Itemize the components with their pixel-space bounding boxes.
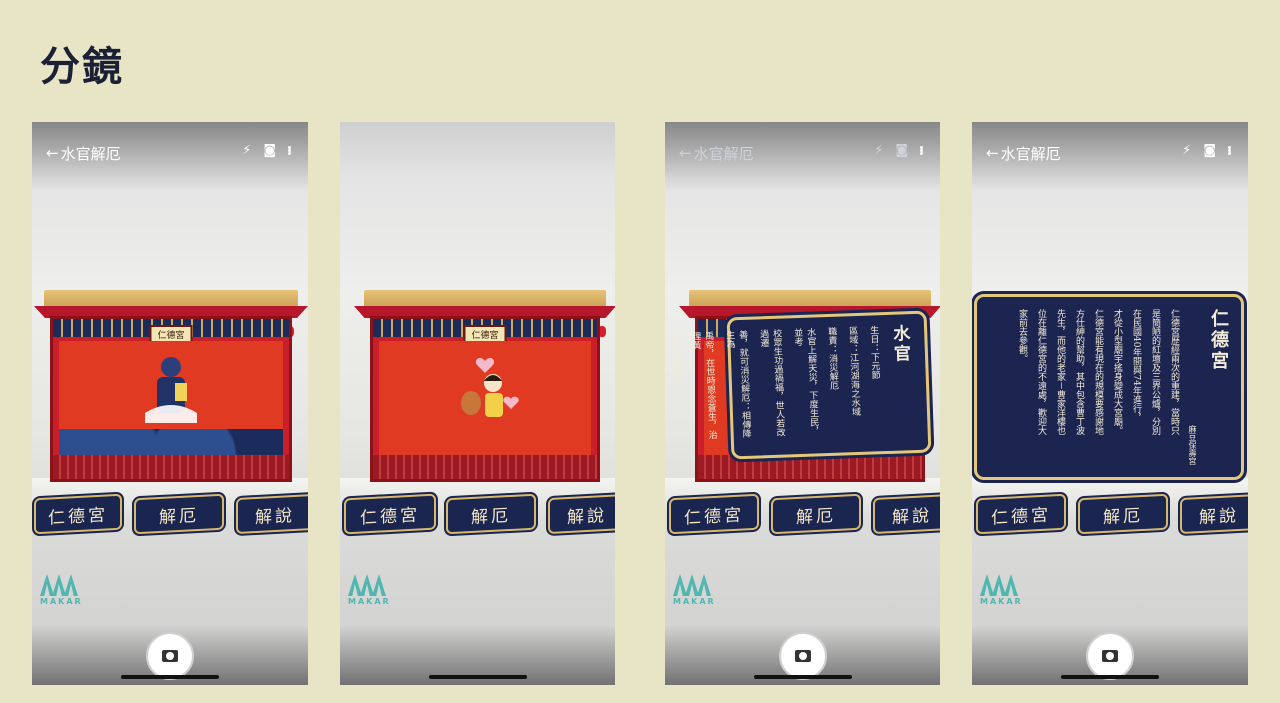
app-bar: ← 水官解厄 ⚡︎ ◙ bbox=[972, 138, 1248, 168]
camera-icon bbox=[1102, 650, 1118, 662]
home-indicator bbox=[428, 675, 527, 679]
panel-text-line: 先生，而他的老家－曹家洋樓也 bbox=[1055, 309, 1065, 436]
arrow-left-icon: ← bbox=[986, 144, 999, 162]
panel-text-line: 在民國40年間與74年進行， bbox=[1131, 309, 1141, 422]
panel-text-line: 是簡陋的紅壇及三界公爐，分別 bbox=[1150, 309, 1160, 435]
makar-logo: MAKAR bbox=[673, 574, 717, 606]
camera-icon bbox=[162, 650, 178, 662]
shutter-button[interactable] bbox=[778, 632, 827, 680]
screenshot-4-temple: ← 水官解厄 ⚡︎ ◙ 仁德宮 麻豆保壽宮 仁德宮歷經兩次的重建，當時只 是簡陋… bbox=[972, 122, 1248, 685]
flash-off-icon[interactable]: ⚡︎ bbox=[1182, 143, 1191, 158]
makar-logo: MAKAR bbox=[980, 574, 1024, 606]
stage-roof bbox=[44, 290, 298, 308]
screenshot-1-water-officer: ← 水官解厄 ⚡︎ ◙ 仁德宮 仁德宮 解厄 解說 MAKAR bbox=[32, 122, 308, 685]
camera-switch-icon[interactable]: ◙ bbox=[1203, 143, 1216, 158]
panel-text-line: 家前去參觀。 bbox=[1017, 309, 1027, 363]
water-officer-info-panel: 水官 生日：下元節 區域：江河湖海之水域 職責：消災解厄 水官上解天災，下度生民… bbox=[669, 310, 932, 460]
ar-stage: 仁德宮 bbox=[354, 290, 615, 482]
info-field: 生日：下元節 bbox=[867, 325, 880, 380]
arrow-left-icon: ← bbox=[46, 144, 59, 162]
panel-subtitle: 麻豆保壽宮 bbox=[1188, 425, 1197, 465]
screen-title: 水官解厄 bbox=[693, 144, 754, 163]
more-vertical-icon[interactable] bbox=[1228, 146, 1232, 155]
makar-logo-icon bbox=[40, 574, 80, 596]
home-indicator bbox=[753, 675, 852, 679]
panel-text-line: 仁德宮能有現在的規模要感謝地 bbox=[1093, 309, 1103, 435]
home-indicator bbox=[1061, 675, 1159, 679]
commentary-button[interactable]: 解說 bbox=[873, 493, 940, 535]
panel-text-line: 善，就可消災解厄：相傳降生為 bbox=[724, 329, 751, 439]
screenshot-2-relief: 仁德宮 仁德宮 解厄 解說 MAKAR bbox=[340, 122, 615, 685]
stage-roof bbox=[689, 290, 931, 308]
stage-roof bbox=[364, 290, 606, 308]
ar-stage: 仁德宮 bbox=[34, 290, 308, 482]
screen-title: 水官解厄 bbox=[60, 144, 121, 163]
relief-button[interactable]: 解厄 bbox=[1078, 493, 1168, 535]
makar-logo: MAKAR bbox=[40, 574, 84, 606]
app-bar: ← 水官解厄 ⚡︎ ◙ bbox=[665, 138, 940, 168]
temple-button[interactable]: 仁德宮 bbox=[976, 493, 1066, 535]
info-field: 區域：江河湖海之水域 bbox=[846, 325, 861, 417]
temple-button[interactable]: 仁德宮 bbox=[344, 493, 436, 535]
arrow-left-icon: ← bbox=[679, 144, 692, 162]
screenshot-3-commentary: ← 水官解厄 ⚡︎ ◙ 水官 生日：下元節 區域：江河湖海之水域 職責：消災解厄… bbox=[665, 122, 940, 685]
commentary-button[interactable]: 解說 bbox=[236, 493, 308, 535]
panel-text-line: 禹帝，在世時恩念蒼生，治理黃 bbox=[690, 331, 717, 440]
relief-button[interactable]: 解厄 bbox=[134, 493, 224, 535]
panel-text-line: 才從小型廟宇搖身變成大宮廟。 bbox=[1112, 309, 1122, 435]
makar-logo-icon bbox=[348, 574, 388, 596]
screen-title: 水官解厄 bbox=[1000, 144, 1061, 163]
panel-text-line: 仁德宮歷經兩次的重建，當時只 bbox=[1169, 309, 1179, 435]
shutter-button[interactable] bbox=[1086, 632, 1134, 680]
water-officer-figure-icon bbox=[145, 357, 197, 423]
back-button[interactable]: ← 水官解厄 bbox=[679, 143, 754, 164]
shutter-button[interactable] bbox=[146, 632, 194, 680]
camera-icon bbox=[794, 650, 811, 662]
back-button[interactable]: ← 水官解厄 bbox=[46, 143, 121, 164]
relief-button[interactable]: 解厄 bbox=[446, 493, 536, 535]
camera-switch-icon[interactable]: ◙ bbox=[895, 143, 908, 158]
panel-text-line: 方仕紳的幫助，其中包含曹丁波 bbox=[1074, 309, 1084, 435]
relief-characters-icon bbox=[461, 358, 519, 417]
relief-button[interactable]: 解厄 bbox=[771, 493, 861, 535]
info-field: 職責：消災解厄 bbox=[825, 326, 839, 391]
temple-info-panel: 仁德宮 麻豆保壽宮 仁德宮歷經兩次的重建，當時只 是簡陋的紅壇及三界公爐，分別 … bbox=[974, 294, 1244, 480]
panel-text-line: 校眾生功過禍福，世人若改過遷 bbox=[758, 328, 785, 437]
panel-title: 水官 bbox=[888, 324, 911, 365]
home-indicator bbox=[121, 675, 219, 679]
makar-logo: MAKAR bbox=[348, 574, 392, 606]
panel-text-line: 位在離仁德宮的不遠處，歡迎大 bbox=[1036, 309, 1046, 435]
makar-logo-icon bbox=[673, 574, 713, 596]
flash-off-icon[interactable]: ⚡︎ bbox=[242, 143, 251, 158]
commentary-button[interactable]: 解說 bbox=[548, 493, 615, 535]
makar-logo-icon bbox=[980, 574, 1020, 596]
commentary-button[interactable]: 解說 bbox=[1180, 493, 1248, 535]
page-title: 分鏡 bbox=[40, 44, 124, 90]
app-bar: ← 水官解厄 ⚡︎ ◙ bbox=[32, 138, 308, 168]
temple-button[interactable]: 仁德宮 bbox=[34, 493, 122, 535]
more-vertical-icon[interactable] bbox=[920, 146, 924, 155]
back-button[interactable]: ← 水官解厄 bbox=[986, 143, 1061, 164]
panel-text-line: 水官上解天災，下度生民，並考 bbox=[791, 327, 819, 436]
camera-switch-icon[interactable]: ◙ bbox=[263, 143, 276, 158]
more-vertical-icon[interactable] bbox=[288, 146, 292, 155]
panel-title: 仁德宮 bbox=[1208, 309, 1229, 372]
flash-off-icon[interactable]: ⚡︎ bbox=[874, 143, 883, 158]
temple-button[interactable]: 仁德宮 bbox=[669, 493, 759, 535]
